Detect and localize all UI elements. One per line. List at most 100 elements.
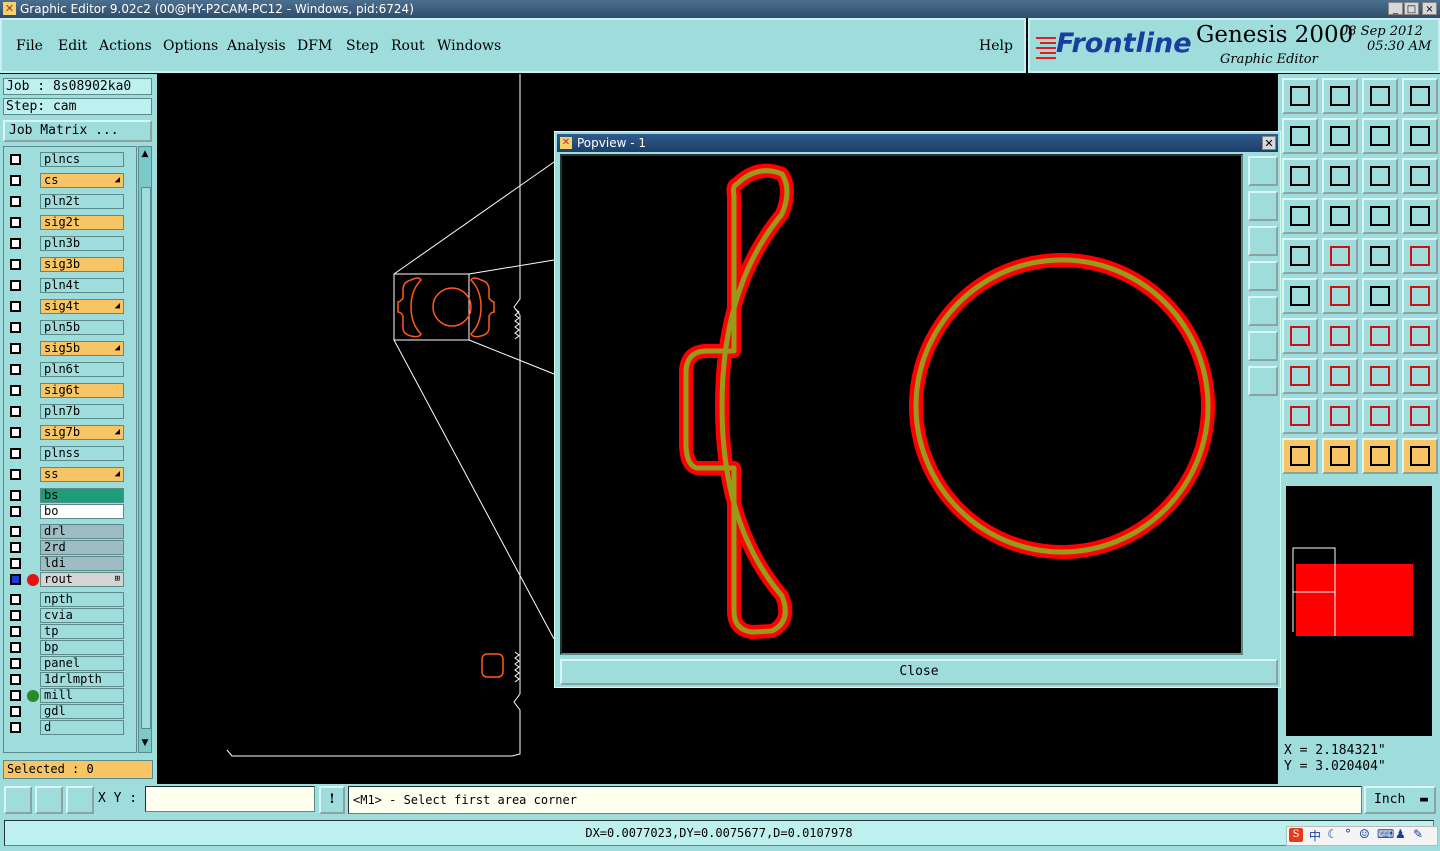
punctuation-icon[interactable]: ° — [1345, 827, 1351, 841]
layer-row-bs[interactable]: bs — [4, 487, 136, 504]
overview-map[interactable] — [1286, 486, 1432, 736]
popview-zoom-fit-button[interactable] — [1248, 156, 1278, 186]
pan-button[interactable] — [1322, 158, 1358, 194]
layer-row-pln2t[interactable]: pln2t — [4, 193, 136, 210]
zoom-fit-button[interactable] — [1282, 158, 1318, 194]
popview-zoom-out-button[interactable] — [1248, 331, 1278, 361]
layer-name[interactable]: pln4t — [40, 278, 124, 293]
layer-name[interactable]: pln6t — [40, 362, 124, 377]
layer-row-sig7b[interactable]: sig7b ◢ — [4, 424, 136, 441]
scroll-down-icon[interactable]: ▼ — [140, 738, 150, 750]
minus-button[interactable] — [1322, 358, 1358, 394]
layer-checkbox[interactable] — [10, 594, 21, 605]
units-selector[interactable]: Inch ▬ — [1364, 786, 1436, 814]
triangle-red-button[interactable] — [1362, 398, 1398, 434]
layer-name[interactable]: cvia — [40, 608, 124, 623]
ruler-button[interactable] — [1362, 238, 1398, 274]
layer-row-sig2t[interactable]: sig2t — [4, 214, 136, 231]
layer-checkbox[interactable] — [10, 542, 21, 553]
scroll-up-icon[interactable]: ▲ — [140, 149, 150, 161]
snap-tool-button[interactable] — [4, 786, 32, 814]
select-arrow-button[interactable] — [1282, 438, 1318, 474]
layer-row-1drlmpth[interactable]: 1drlmpth — [4, 671, 136, 688]
layer-checkbox[interactable] — [10, 385, 21, 396]
cross-button[interactable] — [1322, 278, 1358, 314]
measure-tool-button[interactable] — [35, 786, 63, 814]
layer-name[interactable]: bs — [40, 488, 124, 503]
menu-step[interactable]: Step — [346, 38, 378, 54]
angle-button[interactable] — [1322, 238, 1358, 274]
layer-checkbox[interactable] — [10, 658, 21, 669]
ime-logo-icon[interactable]: S — [1289, 828, 1303, 842]
layer-name[interactable]: 1drlmpth — [40, 672, 124, 687]
layer-row-pln5b[interactable]: pln5b — [4, 319, 136, 336]
layer-name[interactable]: tp — [40, 624, 124, 639]
line-button[interactable] — [1322, 318, 1358, 354]
popview-pan-up-button[interactable] — [1248, 191, 1278, 221]
layer-checkbox[interactable] — [10, 259, 21, 270]
layer-name[interactable]: sig6t — [40, 383, 124, 398]
shapes-button[interactable] — [1402, 358, 1438, 394]
layer-checkbox[interactable] — [10, 322, 21, 333]
layer-checkbox[interactable] — [10, 364, 21, 375]
layer-checkbox[interactable] — [10, 506, 21, 517]
layer-row-d[interactable]: d — [4, 719, 136, 736]
menu-rout[interactable]: Rout — [391, 38, 425, 54]
layer-name[interactable]: drl — [40, 524, 124, 539]
layer-checkbox[interactable] — [10, 196, 21, 207]
layer-checkbox[interactable] — [10, 280, 21, 291]
home-button[interactable] — [1362, 78, 1398, 114]
layer-row-sig5b[interactable]: sig5b ◢ — [4, 340, 136, 357]
menu-dfm[interactable]: DFM — [297, 38, 332, 54]
layer-row-sig4t[interactable]: sig4t ◢ — [4, 298, 136, 315]
layer-name[interactable]: bp — [40, 640, 124, 655]
triangle-button[interactable] — [1282, 398, 1318, 434]
select-arrow-alt-button[interactable] — [1362, 438, 1398, 474]
angle-measure-button[interactable] — [1282, 318, 1318, 354]
layer-row-bo[interactable]: bo — [4, 503, 136, 520]
popview-close-icon[interactable]: ✕ — [1262, 136, 1276, 150]
layer-row-gdl[interactable]: gdl — [4, 703, 136, 720]
layer-row-bp[interactable]: bp — [4, 639, 136, 656]
layer-row-drl[interactable]: drl — [4, 523, 136, 540]
layer-checkbox[interactable] — [10, 706, 21, 717]
layer-name[interactable]: d — [40, 720, 124, 735]
select-path-button[interactable] — [1402, 438, 1438, 474]
layer-checkbox[interactable] — [10, 427, 21, 438]
user-icon[interactable]: ♟ — [1395, 827, 1406, 841]
flip-button[interactable] — [1362, 118, 1398, 154]
move-down-button[interactable] — [1322, 78, 1358, 114]
wrench-icon[interactable]: ✎ — [1413, 827, 1423, 841]
menu-actions[interactable]: Actions — [99, 38, 152, 54]
popview-zoom-in-button[interactable] — [1248, 366, 1278, 396]
popview-close-button[interactable]: Close — [560, 659, 1278, 685]
grid-button[interactable] — [1322, 198, 1358, 234]
layer-checkbox[interactable] — [10, 301, 21, 312]
layer-name[interactable]: sig5b ◢ — [40, 341, 124, 356]
layer-name[interactable]: cs ◢ — [40, 173, 124, 188]
layer-row-pln7b[interactable]: pln7b — [4, 403, 136, 420]
menu-options[interactable]: Options — [163, 38, 218, 54]
layer-list-scrollbar[interactable]: ▲ ▼ — [138, 146, 152, 753]
menu-windows[interactable]: Windows — [437, 38, 501, 54]
layer-row-ss[interactable]: ss ◢ — [4, 466, 136, 483]
help-button[interactable] — [1402, 158, 1438, 194]
layer-name[interactable]: sig7b ◢ — [40, 425, 124, 440]
layer-checkbox[interactable] — [10, 217, 21, 228]
layer-name[interactable]: pln2t — [40, 194, 124, 209]
layer-name[interactable]: npth — [40, 592, 124, 607]
menu-help[interactable]: Help — [979, 38, 1013, 54]
layer-name[interactable]: bo — [40, 504, 124, 519]
layer-row-2rd[interactable]: 2rd — [4, 539, 136, 556]
layer-checkbox[interactable] — [10, 343, 21, 354]
layer-row-pln4t[interactable]: pln4t — [4, 277, 136, 294]
export-button[interactable] — [1322, 118, 1358, 154]
tools-button[interactable] — [1282, 198, 1318, 234]
split-button[interactable] — [1402, 318, 1438, 354]
layer-name[interactable]: pln3b — [40, 236, 124, 251]
alert-button[interactable]: ! — [319, 786, 345, 814]
scale-button[interactable] — [1362, 158, 1398, 194]
layer-checkbox[interactable] — [10, 690, 21, 701]
layer-checkbox[interactable] — [10, 469, 21, 480]
layer-checkbox[interactable] — [10, 490, 21, 501]
